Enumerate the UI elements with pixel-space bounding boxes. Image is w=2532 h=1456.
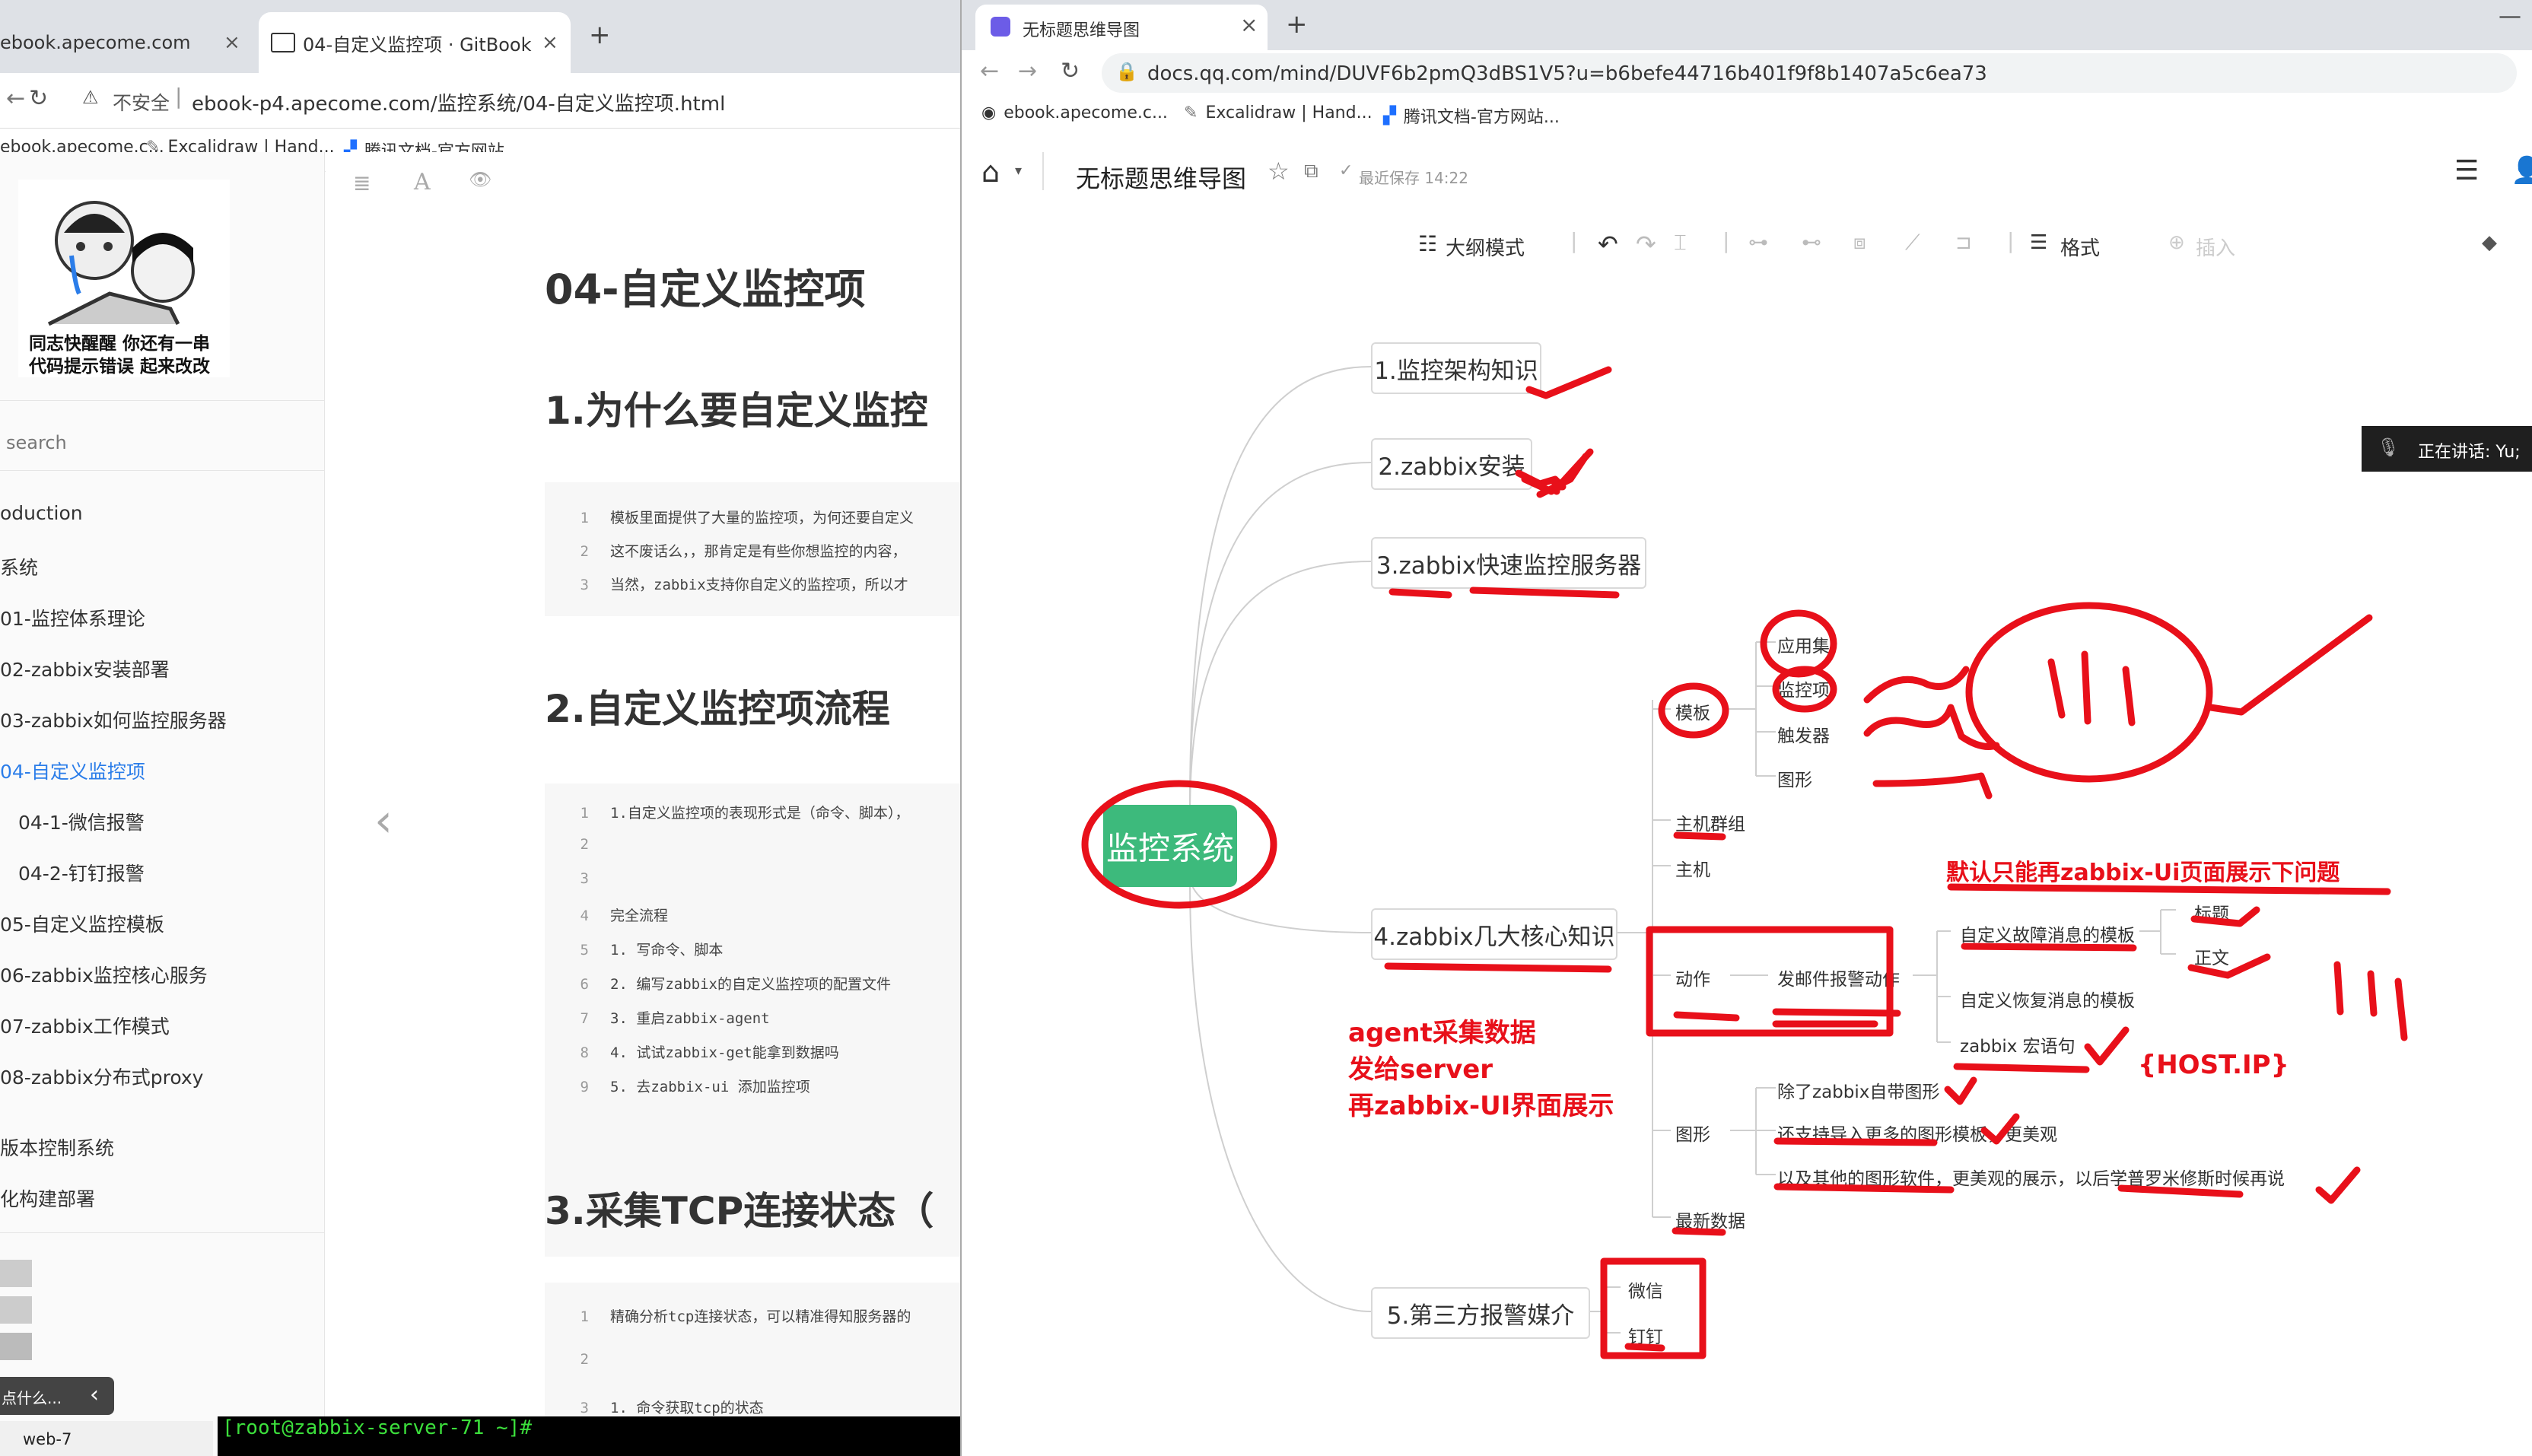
check-mark — [2315, 1166, 2361, 1204]
template-circle-mark — [1658, 682, 1729, 739]
sidebar-item-04-2[interactable]: 04-2-钉钉报警 — [18, 859, 145, 886]
meme-caption: 代码提示错误 起来改改 — [29, 357, 211, 377]
underline-mark — [1388, 588, 1452, 599]
underline-mark — [1773, 1137, 1938, 1146]
section-heading-2: 2.自定义监控项流程 — [545, 687, 890, 731]
sidebar-item-02[interactable]: 02-zabbix安装部署 — [0, 655, 170, 682]
circle-mark — [1760, 609, 1837, 678]
underline-mark — [1673, 831, 1726, 841]
help-widget-label: 点什么... — [2, 1389, 62, 1407]
reload-icon[interactable]: ↻ — [29, 85, 48, 112]
media-rect-mark — [1600, 1257, 1707, 1359]
check-mark — [2207, 614, 2373, 716]
check-mark-1 — [1525, 366, 1612, 399]
terminal-tab-strip: web-7 — [0, 1421, 213, 1456]
warning-icon: ⚠ — [82, 87, 99, 108]
tab-title: ebook.apecome.com — [0, 32, 191, 53]
code-line: 完全流程 — [610, 908, 669, 924]
page-title: 04-自定义监控项 — [545, 265, 866, 313]
prev-page-arrow[interactable]: ‹ — [374, 794, 393, 847]
section-heading-3: 3.采集TCP连接状态（ — [545, 1189, 934, 1233]
sidebar-item-08[interactable]: 08-zabbix分布式proxy — [0, 1063, 203, 1090]
code-line: 1.自定义监控项的表现形式是（命令、脚本）， — [610, 805, 910, 822]
search-input[interactable]: search — [6, 432, 67, 453]
sidebar-block — [0, 1296, 32, 1324]
terminal[interactable]: [root@zabbix-server-71 ~]# — [218, 1416, 960, 1456]
tencent-mind-window: 无标题思维导图 × + — ← → ↻ 🔒 docs.qq.com/mind/D… — [960, 0, 2532, 1456]
code-line: 5. 去zabbix-ui 添加监控项 — [610, 1079, 810, 1095]
book-sidebar: 同志快醒醒 你还有一串 代码提示错误 起来改改 search oduction … — [0, 152, 325, 1456]
code-line: 模板里面提供了大量的监控项，为何还要自定义 — [610, 510, 915, 526]
chevron-left-icon[interactable]: ‹ — [90, 1381, 99, 1408]
root-circle-mark — [1081, 780, 1277, 909]
code-line: 4. 试试zabbix-get能拿到数据吗 — [610, 1044, 839, 1061]
underline-mark — [1773, 1183, 1955, 1194]
separator: | — [175, 84, 183, 109]
book-content: ≣ A 👁 ‹ 04-自定义监控项 1.为什么要自定义监控 1 模板里面提供了大量… — [326, 152, 960, 1456]
hand-drawn-annotations — [1081, 366, 2408, 1359]
code-line: 1. 命令获取tcp的状态 — [610, 1400, 764, 1416]
meme-caption: 同志快醒醒 你还有一串 — [29, 334, 211, 354]
check-mark — [2084, 1026, 2130, 1066]
sidebar-item-version-control[interactable]: 版本控制系统 — [0, 1133, 114, 1161]
left-tab-strip: ebook.apecome.com × 04-自定义监控项 · GitBook … — [0, 0, 960, 73]
url-field[interactable]: ebook-p4.apecome.com/监控系统/04-自定义监控项.html — [192, 88, 725, 116]
code-block-1: 1 模板里面提供了大量的监控项，为何还要自定义 2 这不废话么，，那肯定是有些你想监… — [545, 482, 960, 616]
underline-mark — [1469, 587, 1620, 599]
code-line: 当然，zabbix支持你自定义的监控项，所以才 — [610, 577, 908, 593]
underline-mark — [1961, 943, 2137, 952]
code-line: 精确分析tcp连接状态，可以精准得知服务器的 — [610, 1308, 911, 1325]
underline-mark — [2117, 1184, 2244, 1198]
check-mark — [1944, 1076, 1977, 1105]
code-line: 这不废话么，，那肯定是有些你想监控的内容， — [610, 543, 907, 560]
sidebar-item-07[interactable]: 07-zabbix工作模式 — [0, 1012, 170, 1039]
back-arrow-icon[interactable]: ← — [6, 85, 25, 112]
sidebar-item-introduction[interactable]: oduction — [0, 502, 83, 524]
sidebar-block — [0, 1260, 32, 1287]
help-widget[interactable]: 点什么... ‹ — [0, 1377, 114, 1415]
tab-gitbook[interactable]: 04-自定义监控项 · GitBook × — [259, 12, 571, 73]
new-tab-button[interactable]: + — [589, 20, 611, 50]
code-line: 1. 写命令、脚本 — [610, 942, 724, 958]
sidebar-item-04-active[interactable]: 04-自定义监控项 — [0, 757, 145, 784]
underline-mark — [1947, 883, 2391, 895]
left-address-bar: ← ↻ ⚠ 不安全 | ebook-p4.apecome.com/监控系统/04… — [0, 73, 960, 129]
book-icon — [271, 33, 295, 52]
section-heading-1: 1.为什么要自定义监控 — [545, 389, 928, 433]
terminal-tab[interactable]: web-7 — [23, 1430, 72, 1448]
sidebar-item-06[interactable]: 06-zabbix监控核心服务 — [0, 961, 208, 988]
security-label[interactable]: 不安全 — [113, 88, 170, 116]
sidebar-item-05[interactable]: 05-自定义监控模板 — [0, 910, 164, 937]
code-line: 2. 编写zabbix的自定义监控项的配置文件 — [610, 976, 891, 993]
list-icon[interactable]: ≣ — [353, 170, 371, 196]
sidebar-item-build-deploy[interactable]: 化构建部署 — [0, 1184, 95, 1212]
close-icon[interactable]: × — [542, 31, 558, 54]
underline-mark — [1953, 1063, 2090, 1073]
tab-title: 04-自定义监控项 · GitBook — [303, 33, 532, 56]
check-mark — [1980, 1113, 2020, 1145]
eye-icon[interactable]: 👁 — [469, 169, 491, 190]
code-line: 3. 重启zabbix-agent — [610, 1010, 770, 1027]
sidebar-item-monitoring[interactable]: 系统 — [0, 553, 38, 580]
close-icon[interactable]: × — [224, 31, 240, 54]
tab-ebook[interactable]: ebook.apecome.com × — [0, 12, 251, 73]
gitbook-window: ebook.apecome.com × 04-自定义监控项 · GitBook … — [0, 0, 960, 1456]
divider — [0, 470, 324, 471]
divider — [0, 400, 324, 401]
underline-mark — [1384, 962, 1612, 973]
terminal-prompt: [root@zabbix-server-71 ~]# — [222, 1416, 532, 1439]
sidebar-item-04-1[interactable]: 04-1-微信报警 — [18, 808, 145, 835]
meme-image: 同志快醒醒 你还有一串 代码提示错误 起来改改 — [18, 180, 230, 377]
sidebar-item-01[interactable]: 01-监控体系理论 — [0, 604, 145, 631]
sidebar-item-03[interactable]: 03-zabbix如何监控服务器 — [0, 706, 227, 733]
font-icon[interactable]: A — [414, 169, 431, 196]
underline-mark — [1672, 1227, 1726, 1236]
divider — [0, 1232, 324, 1233]
sidebar-block — [0, 1333, 32, 1360]
